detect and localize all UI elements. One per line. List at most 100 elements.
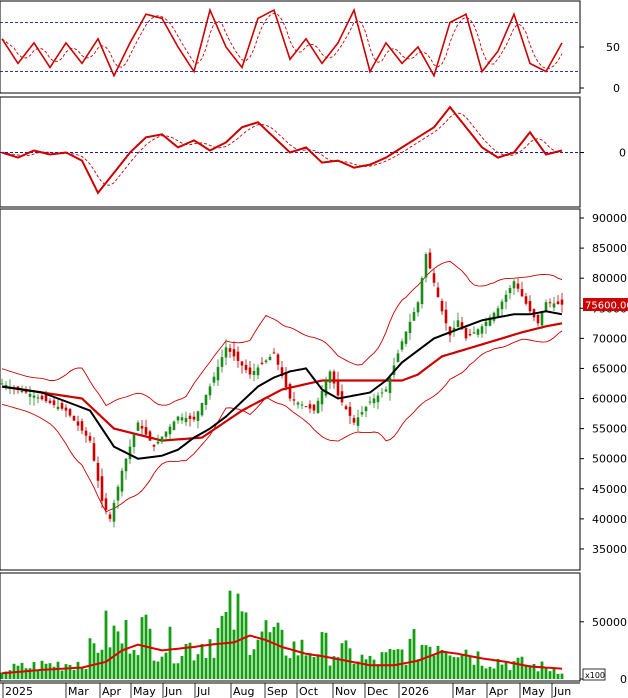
volume-bar	[96, 652, 100, 679]
volume-unit-box: x100	[582, 668, 606, 681]
candle-body	[352, 417, 356, 423]
candle-body	[356, 417, 360, 426]
candle-body	[264, 360, 268, 363]
volume-bar	[112, 625, 116, 679]
candle-body	[552, 303, 556, 308]
volume-bar	[388, 648, 392, 679]
volume-bar	[108, 647, 112, 679]
volume-bar	[264, 620, 268, 679]
volume-bar	[244, 612, 248, 679]
volume-bar	[420, 644, 424, 679]
x-month-label: Aug	[233, 685, 254, 698]
candle-body	[372, 398, 376, 404]
candle-body	[160, 436, 164, 442]
candle-body	[68, 409, 72, 416]
candle-body	[104, 498, 108, 510]
candle-body	[416, 302, 420, 313]
x-month-label: Mar	[68, 685, 89, 698]
volume-bar	[228, 590, 232, 679]
candle-body	[164, 431, 168, 437]
volume-bar	[312, 657, 316, 679]
volume-bar	[292, 641, 296, 679]
candle-body	[376, 395, 380, 403]
candle-body	[400, 341, 404, 350]
volume-bar	[436, 645, 440, 679]
candle-body	[180, 417, 184, 421]
candle-body	[440, 300, 444, 312]
candle-body	[348, 406, 352, 416]
volume-bar	[68, 664, 72, 679]
candle-body	[44, 394, 48, 402]
candle-body	[212, 376, 216, 383]
volume-bar	[84, 669, 88, 679]
candle-body	[56, 406, 60, 409]
volume-bar	[152, 660, 156, 679]
candle-body	[272, 352, 276, 354]
volume-bar	[516, 657, 520, 679]
x-month-label: 2025	[5, 685, 33, 698]
candle-body	[220, 357, 224, 367]
candle-body	[244, 364, 248, 370]
candle-body	[380, 392, 384, 394]
candle-body	[556, 301, 560, 305]
volume-bar	[520, 656, 524, 679]
candle-body	[232, 349, 236, 357]
volume-bar	[268, 632, 272, 679]
price-tick-label: 70000	[592, 332, 627, 345]
candle-body	[84, 430, 88, 436]
candle-body	[312, 404, 316, 411]
volume-bar	[524, 666, 528, 679]
price-tag-text: 75600.00	[585, 301, 628, 312]
price-tick-label: 55000	[592, 423, 627, 436]
candle-body	[28, 394, 32, 397]
candle-body	[508, 287, 512, 294]
candle-body	[408, 321, 412, 334]
candle-body	[88, 436, 92, 441]
volume-bar	[548, 671, 552, 679]
candle-body	[472, 332, 476, 334]
candle-body	[420, 278, 424, 305]
volume-bar	[192, 660, 196, 679]
candle-body	[308, 404, 312, 409]
price-tick-label: 50000	[592, 453, 627, 466]
x-month-label: Jun	[553, 685, 571, 698]
volume-bar	[552, 668, 556, 679]
volume-bar	[404, 664, 408, 679]
candle-body	[276, 354, 280, 365]
candle-body	[368, 401, 372, 403]
volume-bar	[348, 648, 352, 679]
x-month-label: 2026	[401, 685, 429, 698]
candle-body	[444, 309, 448, 324]
volume-bar	[416, 659, 420, 679]
volume-bar	[240, 611, 244, 679]
volume-bar	[236, 593, 240, 679]
price-tick-label: 60000	[592, 393, 627, 406]
volume-bar	[464, 649, 468, 679]
candle-body	[60, 403, 64, 409]
candle-body	[208, 386, 212, 396]
candle-body	[32, 395, 36, 398]
volume-bar	[484, 668, 488, 679]
candle-body	[64, 407, 68, 411]
volume-bar	[504, 661, 508, 679]
volume-bar	[412, 629, 416, 679]
volume-bar	[460, 654, 464, 679]
volume-bar	[308, 653, 312, 679]
candle-body	[192, 416, 196, 420]
volume-bar	[360, 654, 364, 679]
candle-body	[248, 367, 252, 375]
volume-bar	[172, 663, 176, 679]
volume-bar	[196, 654, 200, 679]
candle-body	[300, 404, 304, 406]
x-month-label: Nov	[335, 685, 357, 698]
volume-bar	[560, 673, 564, 679]
volume-bar	[56, 661, 60, 679]
candle-body	[560, 299, 564, 305]
candle-body	[0, 383, 4, 385]
candle-body	[188, 415, 192, 419]
candle-body	[168, 426, 172, 435]
x-month-label: May	[133, 685, 156, 698]
volume-bar	[368, 655, 372, 679]
volume-bar	[224, 611, 228, 679]
volume-bar	[408, 638, 412, 679]
